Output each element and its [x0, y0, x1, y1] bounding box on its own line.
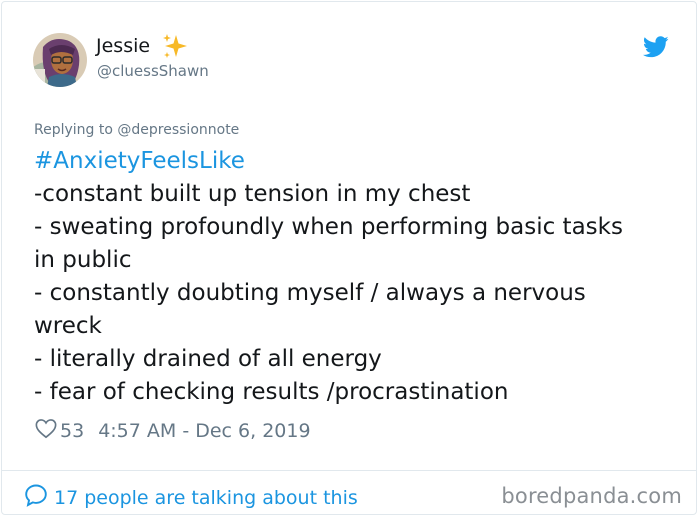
tweet-line: - literally drained of all energy: [34, 346, 382, 372]
reply-context: Replying to @depressionnote: [34, 122, 239, 138]
talking-count-label[interactable]: 17 people are talking about this: [54, 487, 358, 509]
tweet-card: Jessie @cluessShawn Replying to @depress…: [1, 1, 697, 515]
tweet-timestamp[interactable]: 4:57 AM - Dec 6, 2019: [98, 420, 310, 442]
tweet-line: - fear of checking results /procrastinat…: [34, 379, 509, 405]
heart-icon[interactable]: [35, 418, 57, 444]
reply-prefix: Replying to: [34, 122, 113, 138]
tweet-meta: 53 4:57 AM - Dec 6, 2019: [35, 418, 311, 444]
conversation-link[interactable]: 17 people are talking about this: [24, 483, 358, 512]
twitter-bird-icon[interactable]: [642, 36, 669, 62]
tweet-text: #AnxietyFeelsLike -constant built up ten…: [34, 145, 664, 409]
speech-bubble-icon: [24, 483, 48, 512]
tweet-line: - sweating profoundly when performing ba…: [34, 214, 623, 240]
like-count[interactable]: 53: [60, 420, 84, 442]
hashtag-link[interactable]: #AnxietyFeelsLike: [34, 148, 245, 174]
tweet-line: in public: [34, 247, 132, 273]
display-name[interactable]: Jessie: [96, 35, 150, 57]
divider: [2, 470, 696, 471]
avatar-illustration: [33, 33, 87, 87]
user-handle[interactable]: @cluessShawn: [97, 62, 209, 80]
sparkles-icon: [160, 32, 190, 66]
tweet-line: - constantly doubting myself / always a …: [34, 280, 586, 306]
tweet-line: -constant built up tension in my chest: [34, 181, 471, 207]
watermark: boredpanda.com: [501, 484, 682, 508]
avatar[interactable]: [33, 33, 87, 87]
tweet-line: wreck: [34, 313, 102, 339]
reply-mention-link[interactable]: @depressionnote: [117, 122, 239, 138]
